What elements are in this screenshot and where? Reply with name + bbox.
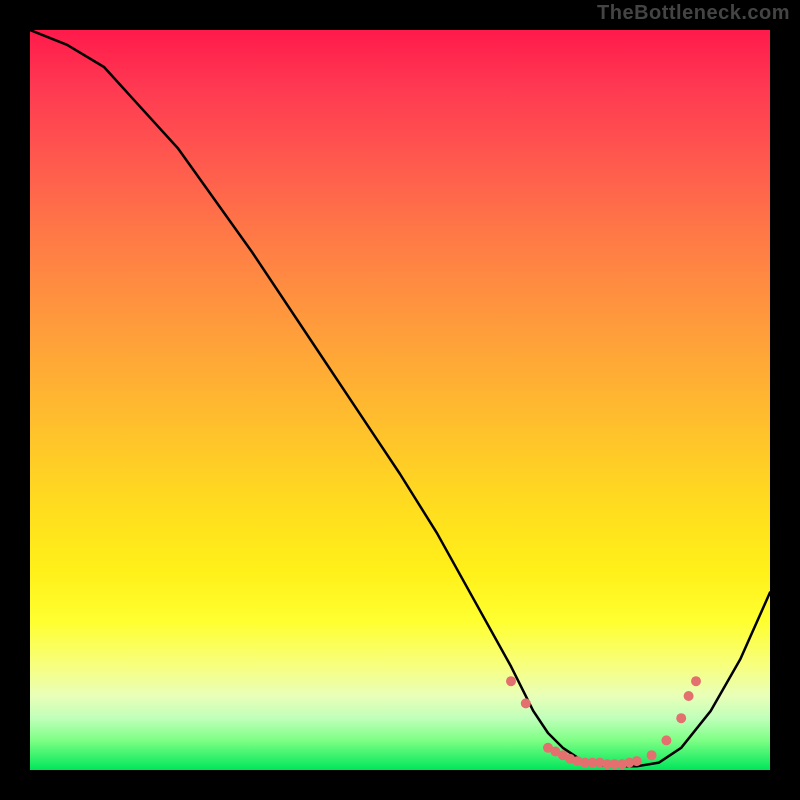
- marker-dot: [676, 713, 686, 723]
- chart-container: TheBottleneck.com: [0, 0, 800, 800]
- marker-dot: [521, 698, 531, 708]
- marker-dot: [684, 691, 694, 701]
- marker-dot: [632, 756, 642, 766]
- marker-dot: [506, 676, 516, 686]
- watermark-text: TheBottleneck.com: [597, 2, 790, 25]
- marker-dot: [691, 676, 701, 686]
- marker-dot: [661, 735, 671, 745]
- line-series: [30, 30, 770, 766]
- marker-dot: [647, 750, 657, 760]
- chart-svg: [30, 30, 770, 770]
- plot-area: [30, 30, 770, 770]
- curve-path: [30, 30, 770, 766]
